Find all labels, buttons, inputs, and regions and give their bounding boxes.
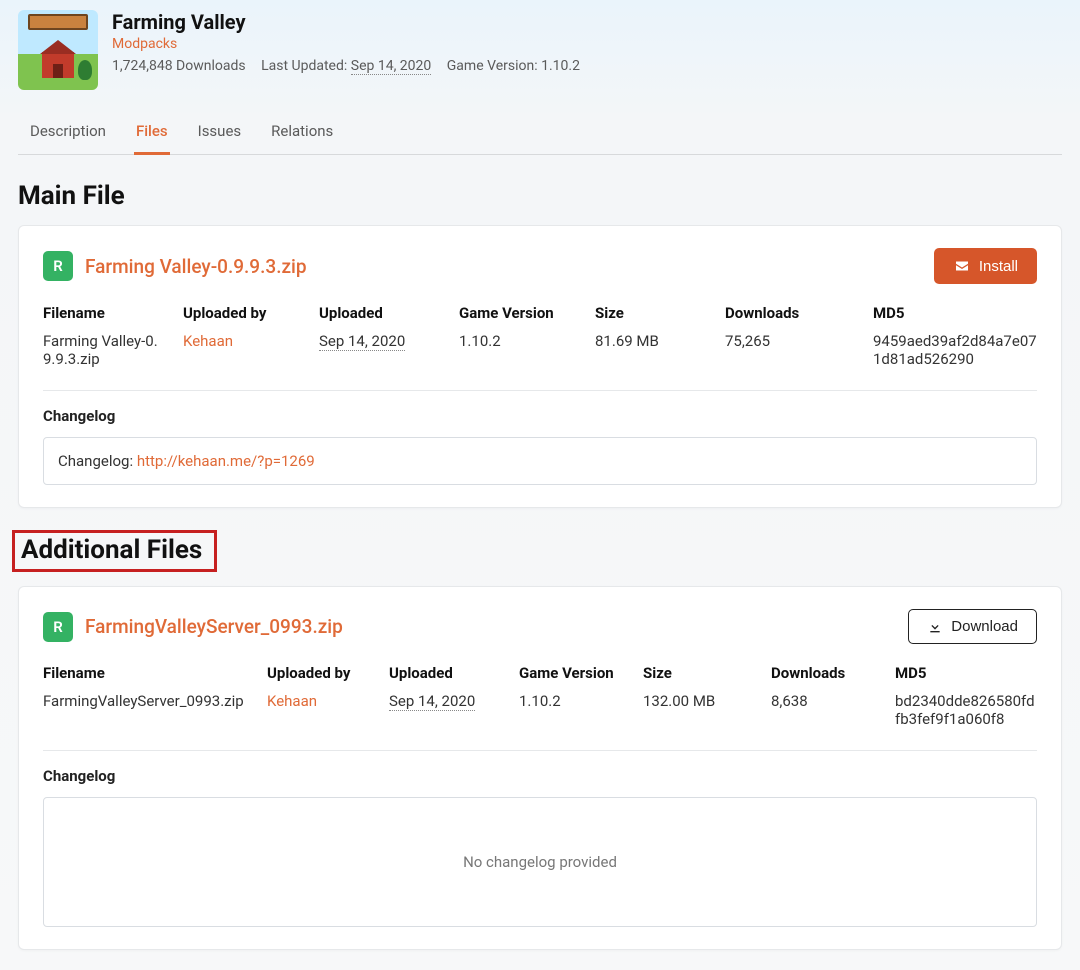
add-uploader-link[interactable]: Kehaan bbox=[267, 692, 317, 710]
tab-description[interactable]: Description bbox=[28, 112, 108, 154]
additional-files-heading: Additional Files bbox=[21, 535, 202, 565]
release-badge: R bbox=[43, 612, 73, 642]
main-size-value: 81.69 MB bbox=[595, 332, 707, 368]
col-size: Size bbox=[595, 304, 707, 328]
add-md5-value: bd2340dde826580fdfb3fef9f1a060f8 bbox=[895, 692, 1037, 728]
main-uploaded-value: Sep 14, 2020 bbox=[319, 332, 405, 351]
tab-relations[interactable]: Relations bbox=[269, 112, 335, 154]
col-downloads: Downloads bbox=[725, 304, 855, 328]
add-filename-value: FarmingValleyServer_0993.zip bbox=[43, 692, 249, 728]
main-file-details: Filename Uploaded by Uploaded Game Versi… bbox=[43, 304, 1037, 368]
add-downloads-value: 8,638 bbox=[771, 692, 877, 728]
col-filename: Filename bbox=[43, 304, 165, 328]
project-header: Farming Valley Modpacks 1,724,848 Downlo… bbox=[18, 8, 1062, 90]
game-version-value: 1.10.2 bbox=[541, 58, 580, 74]
additional-files-highlight: Additional Files bbox=[12, 530, 217, 572]
last-updated-value: Sep 14, 2020 bbox=[351, 58, 432, 75]
install-button-label: Install bbox=[979, 258, 1018, 275]
project-category-link[interactable]: Modpacks bbox=[112, 36, 580, 52]
download-button[interactable]: Download bbox=[908, 609, 1037, 644]
project-title: Farming Valley bbox=[112, 10, 580, 34]
install-button[interactable]: Install bbox=[934, 248, 1037, 284]
col-md5: MD5 bbox=[895, 664, 1037, 688]
tab-issues[interactable]: Issues bbox=[196, 112, 244, 154]
changelog-link[interactable]: http://kehaan.me/?p=1269 bbox=[137, 452, 315, 470]
col-size: Size bbox=[643, 664, 753, 688]
tabs: Description Files Issues Relations bbox=[18, 112, 1062, 155]
col-game-version: Game Version bbox=[459, 304, 577, 328]
install-icon bbox=[953, 257, 971, 275]
main-uploader-link[interactable]: Kehaan bbox=[183, 332, 233, 350]
add-uploaded-value: Sep 14, 2020 bbox=[389, 692, 475, 711]
additional-file-title-link[interactable]: FarmingValleyServer_0993.zip bbox=[85, 615, 343, 638]
col-md5: MD5 bbox=[873, 304, 1037, 328]
additional-file-card: R FarmingValleyServer_0993.zip Download … bbox=[18, 586, 1062, 950]
main-md5-value: 9459aed39af2d84a7e071d81ad526290 bbox=[873, 332, 1037, 368]
col-filename: Filename bbox=[43, 664, 249, 688]
main-filename-value: Farming Valley-0.9.9.3.zip bbox=[43, 332, 165, 368]
divider bbox=[43, 390, 1037, 391]
changelog-heading: Changelog bbox=[43, 407, 1037, 425]
main-file-card: R Farming Valley-0.9.9.3.zip Install Fil… bbox=[18, 225, 1062, 508]
add-size-value: 132.00 MB bbox=[643, 692, 753, 728]
col-uploaded-by: Uploaded by bbox=[183, 304, 301, 328]
main-file-title-link[interactable]: Farming Valley-0.9.9.3.zip bbox=[85, 255, 307, 278]
col-game-version: Game Version bbox=[519, 664, 625, 688]
col-downloads: Downloads bbox=[771, 664, 877, 688]
add-game-version-value: 1.10.2 bbox=[519, 692, 625, 728]
changelog-empty-text: No changelog provided bbox=[463, 853, 617, 871]
changelog-box: Changelog: http://kehaan.me/?p=1269 bbox=[43, 437, 1037, 485]
main-downloads-value: 75,265 bbox=[725, 332, 855, 368]
changelog-box-empty: No changelog provided bbox=[43, 797, 1037, 927]
last-updated-label: Last Updated: bbox=[261, 58, 347, 74]
changelog-prefix: Changelog: bbox=[58, 452, 137, 470]
project-meta: 1,724,848 Downloads Last Updated: Sep 14… bbox=[112, 58, 580, 74]
changelog-heading: Changelog bbox=[43, 767, 1037, 785]
main-file-heading: Main File bbox=[18, 181, 1062, 211]
downloads-count: 1,724,848 Downloads bbox=[112, 58, 246, 74]
download-icon bbox=[927, 619, 943, 635]
release-badge: R bbox=[43, 251, 73, 281]
col-uploaded-by: Uploaded by bbox=[267, 664, 371, 688]
col-uploaded: Uploaded bbox=[389, 664, 501, 688]
project-icon bbox=[18, 10, 98, 90]
main-game-version-value: 1.10.2 bbox=[459, 332, 577, 368]
divider bbox=[43, 750, 1037, 751]
additional-file-details: Filename Uploaded by Uploaded Game Versi… bbox=[43, 664, 1037, 728]
col-uploaded: Uploaded bbox=[319, 304, 441, 328]
game-version-label: Game Version: bbox=[447, 58, 538, 74]
tab-files[interactable]: Files bbox=[134, 112, 170, 155]
download-button-label: Download bbox=[951, 618, 1018, 635]
